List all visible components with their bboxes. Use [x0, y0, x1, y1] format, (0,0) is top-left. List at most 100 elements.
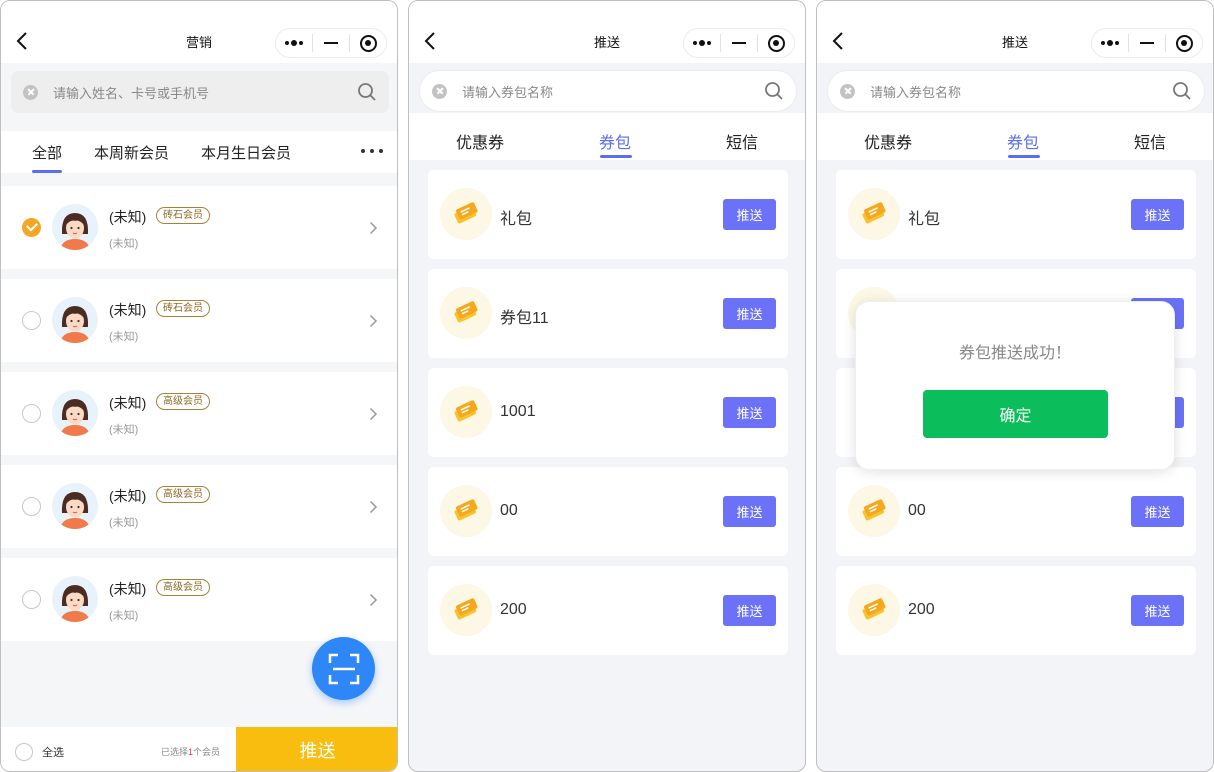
more-dots-icon[interactable] [1092, 29, 1128, 57]
more-dots-icon[interactable] [684, 29, 720, 57]
search-icon[interactable] [1172, 81, 1192, 101]
mini-program-capsule [275, 28, 387, 58]
package-card: 00 推送 [836, 467, 1196, 556]
member-name: (未知) [109, 581, 147, 597]
coupon-icon [848, 485, 900, 537]
tab-sms[interactable]: 短信 [726, 129, 758, 153]
minimize-icon[interactable] [1129, 29, 1165, 57]
member-phone: (未知) [109, 610, 139, 622]
search-icon[interactable] [357, 82, 377, 102]
push-package-button[interactable]: 推送 [1131, 199, 1184, 230]
tab-coupon[interactable]: 优惠券 [456, 129, 504, 153]
close-target-icon[interactable] [758, 29, 794, 57]
unchecked-circle-icon[interactable] [22, 311, 41, 330]
package-name: 礼包 [500, 211, 533, 228]
push-package-button[interactable]: 推送 [723, 199, 776, 230]
tab-coupon[interactable]: 优惠券 [864, 129, 912, 153]
clear-icon[interactable] [23, 84, 38, 100]
mini-program-capsule [1091, 28, 1203, 58]
package-card: 00 推送 [428, 467, 788, 556]
avatar [52, 390, 98, 436]
member-name: (未知) [109, 395, 147, 411]
search-input[interactable]: 请输入姓名、卡号或手机号 [53, 83, 357, 102]
tab-birthday-this-month[interactable]: 本月生日会员 [201, 142, 291, 163]
push-package-button[interactable]: 推送 [723, 595, 776, 626]
more-dots-icon[interactable] [276, 29, 312, 57]
marketing-screen: 营销 请输入姓名、卡号或手机号 全部 本周新会员 本月生日会员 (未知) 砖石会… [0, 0, 398, 772]
select-all-checkbox[interactable] [15, 743, 33, 761]
unchecked-circle-icon[interactable] [22, 497, 41, 516]
nav-bar: 推送 [817, 1, 1213, 63]
selected-check-icon[interactable] [22, 218, 41, 237]
package-name: 200 [908, 601, 935, 618]
selected-count-text: 已选择1个会员 [161, 747, 221, 757]
member-level-badge: 高级会员 [156, 579, 210, 596]
package-card: 礼包 推送 [428, 170, 788, 259]
member-search-bar[interactable]: 请输入姓名、卡号或手机号 [11, 71, 389, 113]
minimize-icon[interactable] [313, 29, 349, 57]
minimize-icon[interactable] [721, 29, 757, 57]
member-name: (未知) [109, 302, 147, 318]
search-input[interactable]: 请输入券包名称 [462, 82, 764, 101]
package-search-bar[interactable]: 请输入券包名称 [827, 70, 1205, 112]
package-name: 礼包 [908, 211, 941, 228]
unchecked-circle-icon[interactable] [22, 590, 41, 609]
package-card: 200 推送 [836, 566, 1196, 655]
member-name: (未知) [109, 488, 147, 504]
push-package-button[interactable]: 推送 [723, 298, 776, 329]
close-target-icon[interactable] [1166, 29, 1202, 57]
push-package-button[interactable]: 推送 [723, 397, 776, 428]
member-level-badge: 砖石会员 [156, 300, 210, 317]
member-level-badge: 高级会员 [156, 393, 210, 410]
tab-new-this-week[interactable]: 本周新会员 [94, 142, 169, 163]
chevron-right-icon [369, 500, 378, 514]
package-card: 200 推送 [428, 566, 788, 655]
clear-icon[interactable] [432, 83, 447, 99]
avatar [52, 576, 98, 622]
package-card: 券包11 推送 [428, 269, 788, 358]
search-input[interactable]: 请输入券包名称 [870, 82, 1172, 101]
avatar [52, 204, 98, 250]
more-icon[interactable] [361, 149, 383, 153]
avatar [52, 297, 98, 343]
push-package-button[interactable]: 推送 [1131, 595, 1184, 626]
push-package-button[interactable]: 推送 [1131, 496, 1184, 527]
tab-package[interactable]: 券包 [599, 129, 631, 153]
package-name: 200 [500, 601, 527, 618]
push-type-tabs: 优惠券 券包 短信 [409, 113, 805, 160]
search-icon[interactable] [764, 81, 784, 101]
member-level-badge: 砖石会员 [156, 207, 210, 224]
coupon-icon [440, 188, 492, 240]
unchecked-circle-icon[interactable] [22, 404, 41, 423]
chevron-right-icon [369, 593, 378, 607]
coupon-icon [848, 188, 900, 240]
close-target-icon[interactable] [350, 29, 386, 57]
package-card: 礼包 推送 [836, 170, 1196, 259]
tab-all[interactable]: 全部 [32, 142, 62, 163]
coupon-icon [440, 485, 492, 537]
confirm-button[interactable]: 确定 [923, 390, 1108, 438]
member-phone: (未知) [109, 238, 139, 250]
active-tab-indicator [32, 170, 62, 173]
member-row[interactable]: (未知) 砖石会员 (未知) [1, 279, 397, 362]
coupon-icon [440, 584, 492, 636]
active-tab-indicator [1008, 155, 1040, 158]
bottom-action-bar: 全选 已选择1个会员 推送 [1, 727, 397, 771]
member-row[interactable]: (未知) 高级会员 (未知) [1, 465, 397, 548]
coupon-icon [848, 584, 900, 636]
member-filter-tabs: 全部 本周新会员 本月生日会员 [1, 131, 397, 173]
tab-package[interactable]: 券包 [1007, 129, 1039, 153]
tab-sms[interactable]: 短信 [1134, 129, 1166, 153]
member-row[interactable]: (未知) 高级会员 (未知) [1, 558, 397, 641]
push-package-button[interactable]: 推送 [723, 496, 776, 527]
clear-icon[interactable] [840, 83, 855, 99]
package-search-bar[interactable]: 请输入券包名称 [419, 70, 797, 112]
scan-button[interactable] [312, 637, 375, 700]
coupon-icon [440, 287, 492, 339]
member-row[interactable]: (未知) 高级会员 (未知) [1, 372, 397, 455]
push-type-tabs: 优惠券 券包 短信 [817, 113, 1213, 160]
push-screen: 推送 请输入券包名称 优惠券 券包 短信 礼包 推送 券包11 推送 1001 … [408, 0, 806, 772]
push-button[interactable]: 推送 [236, 727, 397, 771]
member-row[interactable]: (未知) 砖石会员 (未知) [1, 186, 397, 269]
select-all-label[interactable]: 全选 [42, 744, 64, 760]
